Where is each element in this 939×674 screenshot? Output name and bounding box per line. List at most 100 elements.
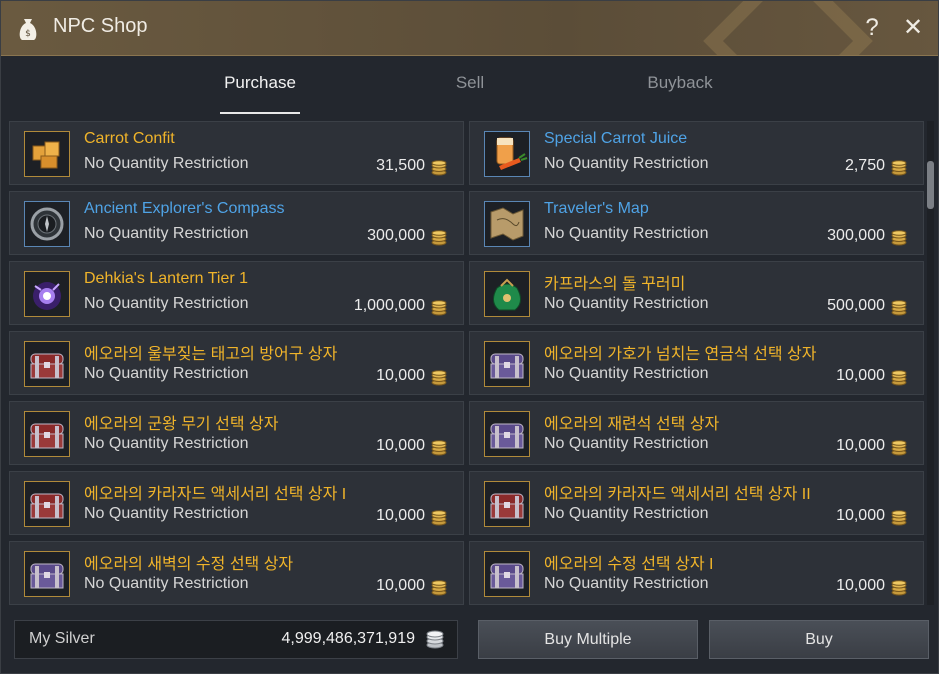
svg-text:$: $ xyxy=(25,29,31,39)
active-tab-indicator xyxy=(220,112,300,114)
item-name: Dehkia's Lantern Tier 1 xyxy=(84,270,249,287)
treasure-chest-red-icon xyxy=(24,341,70,387)
shop-item-row[interactable]: 카프라스의 돌 꾸러미 No Quantity Restriction 500,00… xyxy=(469,261,924,325)
shop-item-row[interactable]: 에오라의 카라자드 액세서리 선택 상자 I No Quantity Restri… xyxy=(9,471,464,535)
silver-coin-icon xyxy=(431,510,447,526)
carrot-juice-icon xyxy=(484,131,530,177)
title-bar[interactable]: $ NPC Shop ? ✕ xyxy=(1,1,938,56)
item-price: 10,000 xyxy=(376,507,425,524)
item-price: 10,000 xyxy=(376,367,425,384)
item-quantity-restriction: No Quantity Restriction xyxy=(544,435,709,452)
shop-item-row[interactable]: 에오라의 새벽의 수정 선택 상자 No Quantity Restriction… xyxy=(9,541,464,605)
item-quantity-restriction: No Quantity Restriction xyxy=(84,435,249,452)
silver-coin-icon xyxy=(431,300,447,316)
my-silver-display: My Silver 4,999,486,371,919 xyxy=(14,620,458,659)
shop-item-row[interactable]: 에오라의 카라자드 액세서리 선택 상자 II No Quantity Restr… xyxy=(469,471,924,535)
shop-item-row[interactable]: Carrot Confit No Quantity Restriction 31,5… xyxy=(9,121,464,185)
silver-coin-icon xyxy=(891,230,907,246)
treasure-chest-purple-icon xyxy=(484,341,530,387)
item-name: Traveler's Map xyxy=(544,200,649,217)
silver-coin-icon xyxy=(891,160,907,176)
item-price: 10,000 xyxy=(836,507,885,524)
shop-item-row[interactable]: Special Carrot Juice No Quantity Restrict… xyxy=(469,121,924,185)
scrollbar-thumb[interactable] xyxy=(927,161,934,209)
item-quantity-restriction: No Quantity Restriction xyxy=(84,225,249,242)
item-name: Carrot Confit xyxy=(84,130,175,147)
item-quantity-restriction: No Quantity Restriction xyxy=(84,155,249,172)
shop-item-row[interactable]: Traveler's Map No Quantity Restriction 300… xyxy=(469,191,924,255)
shop-item-row[interactable]: 에오라의 가호가 넘치는 연금석 선택 상자 No Quantity Restri… xyxy=(469,331,924,395)
item-name: 에오라의 울부짖는 태고의 방어구 상자 xyxy=(84,346,338,363)
item-price: 31,500 xyxy=(376,157,425,174)
item-name: Special Carrot Juice xyxy=(544,130,688,147)
item-quantity-restriction: No Quantity Restriction xyxy=(544,575,709,592)
item-name: Ancient Explorer's Compass xyxy=(84,200,285,217)
item-quantity-restriction: No Quantity Restriction xyxy=(544,365,709,382)
shop-item-row[interactable]: 에오라의 군왕 무기 선택 상자 No Quantity Restriction 1… xyxy=(9,401,464,465)
item-price: 10,000 xyxy=(836,577,885,594)
item-price: 10,000 xyxy=(376,437,425,454)
footer: My Silver 4,999,486,371,919 Buy Multiple… xyxy=(1,607,938,673)
item-name: 에오라의 새벽의 수정 선택 상자 xyxy=(84,556,294,573)
item-price: 10,000 xyxy=(376,577,425,594)
shop-item-row[interactable]: 에오라의 울부짖는 태고의 방어구 상자 No Quantity Restrict… xyxy=(9,331,464,395)
buy-multiple-button[interactable]: Buy Multiple xyxy=(478,620,698,659)
item-quantity-restriction: No Quantity Restriction xyxy=(544,295,709,312)
treasure-chest-purple-icon xyxy=(24,551,70,597)
item-price: 1,000,000 xyxy=(353,297,425,314)
silver-coin-icon xyxy=(431,370,447,386)
item-quantity-restriction: No Quantity Restriction xyxy=(544,505,709,522)
item-price: 300,000 xyxy=(367,227,425,244)
silver-coin-icon xyxy=(431,160,447,176)
treasure-chest-red-icon xyxy=(24,481,70,527)
shop-item-row[interactable]: Dehkia's Lantern Tier 1 No Quantity Restr… xyxy=(9,261,464,325)
silver-coin-icon xyxy=(431,440,447,456)
money-bag-icon: $ xyxy=(19,19,37,40)
item-name: 카프라스의 돌 꾸러미 xyxy=(544,276,686,293)
item-quantity-restriction: No Quantity Restriction xyxy=(84,295,249,312)
window-title: NPC Shop xyxy=(53,15,148,37)
close-button[interactable]: ✕ xyxy=(898,13,928,43)
item-quantity-restriction: No Quantity Restriction xyxy=(544,225,709,242)
item-price: 2,750 xyxy=(844,157,885,174)
shop-item-row[interactable]: 에오라의 수정 선택 상자 I No Quantity Restriction 10… xyxy=(469,541,924,605)
item-price: 500,000 xyxy=(827,297,885,314)
map-icon xyxy=(484,201,530,247)
stone-bundle-icon xyxy=(484,271,530,317)
item-quantity-restriction: No Quantity Restriction xyxy=(84,505,249,522)
carrot-confit-icon xyxy=(24,131,70,177)
my-silver-value: 4,999,486,371,919 xyxy=(281,630,415,647)
item-price: 10,000 xyxy=(836,367,885,384)
tab-bar: Purchase Sell Buyback xyxy=(1,55,938,117)
buy-button[interactable]: Buy xyxy=(709,620,929,659)
item-quantity-restriction: No Quantity Restriction xyxy=(84,365,249,382)
item-name: 에오라의 카라자드 액세서리 선택 상자 I xyxy=(84,486,347,503)
item-name: 에오라의 카라자드 액세서리 선택 상자 II xyxy=(544,486,811,503)
lantern-icon xyxy=(24,271,70,317)
shop-item-row[interactable]: 에오라의 재련석 선택 상자 No Quantity Restriction 10,… xyxy=(469,401,924,465)
tab-purchase[interactable]: Purchase xyxy=(180,73,340,93)
npc-shop-window: $ NPC Shop ? ✕ Purchase Sell Buyback Car… xyxy=(0,0,939,674)
tab-buyback[interactable]: Buyback xyxy=(600,73,760,93)
help-button[interactable]: ? xyxy=(857,13,887,43)
item-price: 300,000 xyxy=(827,227,885,244)
silver-coin-icon xyxy=(891,510,907,526)
treasure-chest-purple-icon xyxy=(484,551,530,597)
item-quantity-restriction: No Quantity Restriction xyxy=(84,575,249,592)
my-silver-label: My Silver xyxy=(29,630,95,647)
item-name: 에오라의 가호가 넘치는 연금석 선택 상자 xyxy=(544,346,817,363)
silver-coin-icon xyxy=(891,440,907,456)
silver-coin-icon xyxy=(431,230,447,246)
item-name: 에오라의 군왕 무기 선택 상자 xyxy=(84,416,279,433)
shop-item-row[interactable]: Ancient Explorer's Compass No Quantity Re… xyxy=(9,191,464,255)
treasure-chest-red-icon xyxy=(484,481,530,527)
item-price: 10,000 xyxy=(836,437,885,454)
silver-coin-icon xyxy=(891,580,907,596)
tab-sell[interactable]: Sell xyxy=(390,73,550,93)
item-quantity-restriction: No Quantity Restriction xyxy=(544,155,709,172)
item-name: 에오라의 재련석 선택 상자 xyxy=(544,416,720,433)
silver-coin-stack-icon xyxy=(426,630,444,649)
silver-coin-icon xyxy=(431,580,447,596)
item-name: 에오라의 수정 선택 상자 I xyxy=(544,556,714,573)
treasure-chest-red-icon xyxy=(24,411,70,457)
